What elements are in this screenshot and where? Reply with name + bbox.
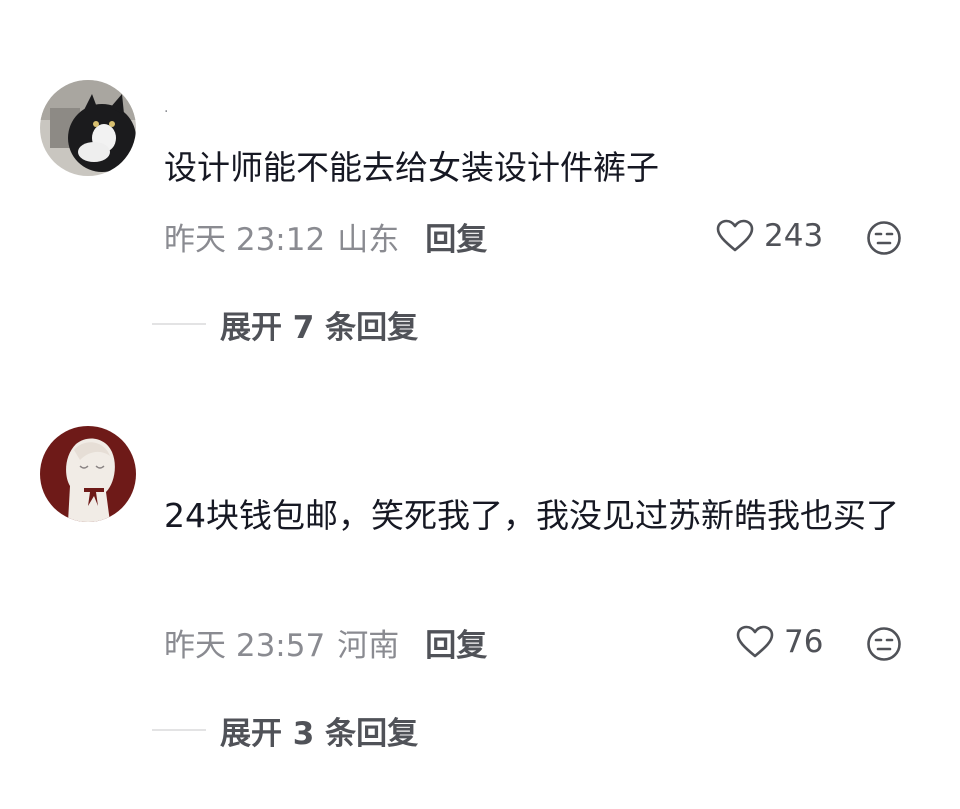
avatar[interactable] [40,80,136,176]
divider-line [152,729,206,731]
expand-replies-button[interactable]: 展开 7 条回复 [152,304,419,346]
expand-replies-label: 展开 3 条回复 [220,715,419,752]
expand-replies-button[interactable]: 展开 3 条回复 [152,710,419,752]
neutral-face-icon[interactable] [866,220,902,256]
reply-button[interactable]: 回复 [425,620,487,665]
like-count: 76 [784,624,824,660]
comment-meta: 昨天 23:12 山东 回复 [164,214,487,259]
heart-outline-icon [716,219,754,252]
reply-button[interactable]: 回复 [425,214,487,259]
neutral-face-icon[interactable] [866,626,902,662]
comment-text: 设计师能不能去给女装设计件裤子 [164,148,659,187]
expand-replies-label: 展开 7 条回复 [220,309,419,346]
avatar[interactable] [40,426,136,522]
cat-avatar-image [40,80,136,176]
anime-girl-avatar-image [40,426,136,522]
comment-text: 24块钱包邮，笑死我了，我没见过苏新皓我也买了 [164,496,899,535]
like-count: 243 [764,218,824,254]
divider-line [152,323,206,325]
comment-meta: 昨天 23:57 河南 回复 [164,620,487,665]
heart-outline-icon [736,625,774,658]
like-button[interactable]: 243 [716,216,823,256]
comment-location: 河南 [337,627,400,664]
comment-time: 昨天 23:12 [164,221,326,258]
comment-location: 山东 [337,221,400,258]
comment-time: 昨天 23:57 [164,627,326,664]
username[interactable]: · [164,104,168,120]
like-button[interactable]: 76 [736,622,823,662]
